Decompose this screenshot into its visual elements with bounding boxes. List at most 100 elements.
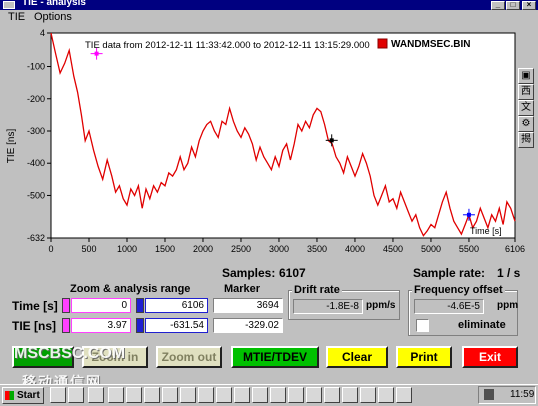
time-marker-field[interactable]: 3694	[213, 298, 283, 313]
x-tick-label: 0	[48, 244, 53, 254]
x-tick-label: 1500	[155, 244, 175, 254]
zoom-range-label: Zoom & analysis range	[70, 283, 191, 295]
windows-logo-icon	[5, 391, 14, 400]
menu-bar: TIE Options	[0, 10, 538, 26]
print-label: Print	[410, 350, 438, 364]
eliminate-label: eliminate	[458, 319, 506, 331]
x-tick-label: 5500	[459, 244, 479, 254]
legend-swatch	[377, 38, 388, 49]
app-icon[interactable]	[342, 387, 358, 403]
window-icon[interactable]	[162, 387, 178, 403]
close-button[interactable]: ×	[522, 1, 536, 10]
legend-label: WANDMSEC.BIN	[391, 39, 470, 50]
browser-icon[interactable]	[68, 387, 84, 403]
marker-point	[329, 138, 334, 143]
y-tick-label: -300	[27, 126, 45, 136]
menu-options[interactable]: Options	[34, 11, 72, 23]
y-tick-label: -632	[27, 233, 45, 243]
menu-tie[interactable]: TIE	[8, 11, 25, 23]
print-button[interactable]: Print	[396, 346, 452, 368]
clock: 11:59	[510, 389, 535, 400]
time-to-field[interactable]: 6106	[145, 298, 208, 313]
app-icon[interactable]	[234, 387, 250, 403]
app-icon[interactable]	[270, 387, 286, 403]
x-tick-label: 2000	[193, 244, 213, 254]
x-tick-label: 4500	[383, 244, 403, 254]
time-to-spinner[interactable]	[136, 298, 144, 313]
app-icon[interactable]	[306, 387, 322, 403]
gear-icon[interactable]: ⚙	[518, 116, 534, 132]
tie-chart[interactable]: 4 -100 -200 -300 -400 -500 -632 0 500 1000 1500 20…	[0, 26, 538, 262]
ie-icon[interactable]	[50, 387, 66, 403]
time-row-label: Time [s]	[12, 299, 58, 313]
app-icon[interactable]	[324, 387, 340, 403]
zoom-out-button[interactable]: Zoom out	[156, 346, 222, 368]
app-icon[interactable]	[108, 387, 124, 403]
tie-row-label: TIE [ns]	[12, 319, 56, 333]
y-tick-label: -100	[27, 62, 45, 72]
chinese-west-icon[interactable]: 西	[518, 84, 534, 100]
tie-to-field[interactable]: -631.54	[145, 318, 208, 333]
minimize-button[interactable]: _	[491, 1, 505, 10]
marker-point	[94, 51, 99, 56]
y-tick-label: -500	[27, 190, 45, 200]
time-from-field[interactable]: 0	[71, 298, 131, 313]
maximize-button[interactable]: □	[506, 1, 520, 10]
window-title: TIE - analysis	[22, 0, 86, 8]
app-icon[interactable]	[126, 387, 142, 403]
app-icon[interactable]	[252, 387, 268, 403]
chart-title: TIE data from 2012-12-11 11:33:42.000 to…	[85, 40, 370, 51]
clear-label: Clear	[341, 350, 373, 364]
samples-label: Samples:	[222, 266, 276, 280]
x-tick-label: 2500	[231, 244, 251, 254]
y-axis-label: TIE [ns]	[6, 129, 17, 164]
printer-icon[interactable]	[180, 387, 196, 403]
plot-area	[50, 32, 516, 239]
exit-label: Exit	[478, 350, 501, 364]
start-button[interactable]: Start	[2, 387, 44, 404]
tie-from-spinner[interactable]	[62, 318, 70, 333]
y-tick-label: 4	[40, 28, 45, 38]
tie-marker-field[interactable]: -329.02	[213, 318, 283, 333]
x-tick-label: 500	[81, 244, 96, 254]
x-tick-label: 4000	[345, 244, 365, 254]
title-bar[interactable]: TIE - analysis _ □ ×	[0, 0, 538, 10]
marker-label: Marker	[224, 283, 261, 295]
chart-icon[interactable]: ▣	[518, 68, 534, 84]
mtie-tdev-label: MTIE/TDEV	[242, 350, 307, 364]
perf-icon[interactable]	[198, 387, 214, 403]
eliminate-checkbox[interactable]	[416, 319, 429, 332]
exit-button[interactable]: Exit	[462, 346, 518, 368]
drift-rate-value: -1.8E-8	[293, 299, 363, 314]
frequency-offset-title: Frequency offset	[412, 284, 505, 296]
chinese-mode-icon[interactable]: 揭	[518, 132, 534, 148]
frequency-offset-unit: ppm	[497, 300, 519, 311]
x-tick-label: 6106	[505, 244, 525, 254]
app-icon[interactable]	[88, 387, 104, 403]
app-icon[interactable]	[3, 1, 15, 9]
app-icon[interactable]	[288, 387, 304, 403]
frequency-offset-value: -4.6E-5	[414, 299, 484, 314]
marker-point	[466, 212, 471, 217]
app-icon[interactable]	[144, 387, 160, 403]
clear-button[interactable]: Clear	[326, 346, 388, 368]
sample-rate-value: 1 / s	[497, 266, 521, 280]
app-icon[interactable]	[378, 387, 394, 403]
zoom-out-label: Zoom out	[161, 350, 217, 364]
x-tick-label: 3500	[307, 244, 327, 254]
app-icon[interactable]	[216, 387, 232, 403]
tie-from-field[interactable]: 3.97	[71, 318, 131, 333]
y-tick-label: -200	[27, 94, 45, 104]
app-icon[interactable]	[396, 387, 412, 403]
drift-rate-title: Drift rate	[292, 284, 342, 296]
mtie-tdev-button[interactable]: MTIE/TDEV	[231, 346, 319, 368]
time-from-spinner[interactable]	[62, 298, 70, 313]
tie-to-spinner[interactable]	[136, 318, 144, 333]
samples-value: 6107	[279, 266, 306, 280]
x-tick-label: 3000	[269, 244, 289, 254]
y-tick-label: -400	[27, 158, 45, 168]
speaker-icon[interactable]	[484, 389, 494, 400]
app-icon[interactable]	[360, 387, 376, 403]
chinese-text-icon[interactable]: 文	[518, 100, 534, 116]
start-label: Start	[17, 390, 40, 401]
